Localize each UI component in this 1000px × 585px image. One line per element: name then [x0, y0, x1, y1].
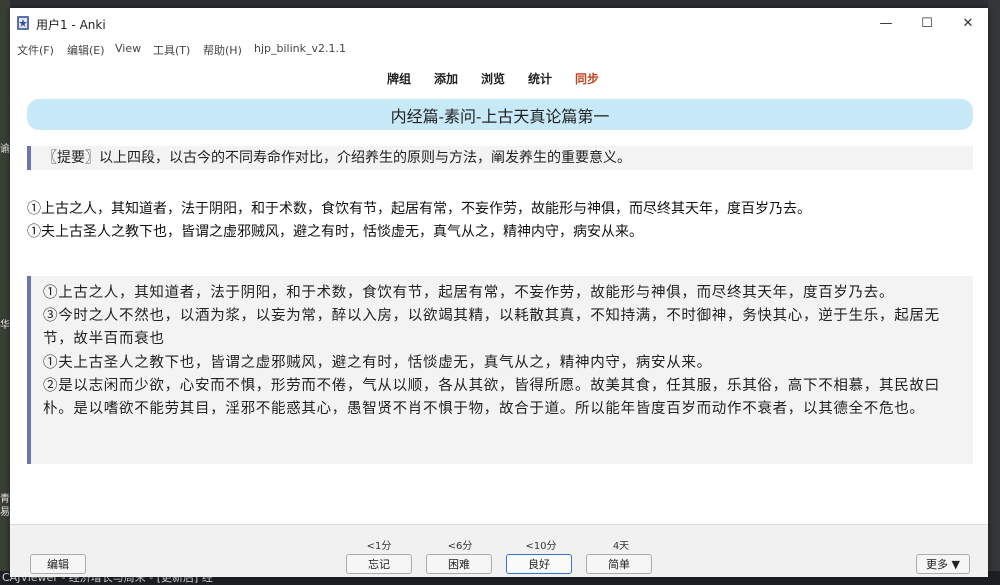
interval-good: <10分	[525, 541, 557, 552]
anki-app-icon	[17, 16, 29, 30]
maximize-icon: ☐	[921, 15, 933, 31]
edit-button[interactable]: 编辑	[30, 554, 86, 574]
card-summary: 〖提要〗以上四段，以古今的不同寿命作对比，介绍养生的原则与方法，阐发养生的重要意…	[27, 146, 973, 170]
close-button[interactable]: ✕	[948, 12, 988, 34]
anki-main-window: 用户1 - Anki — ☐ ✕ 文件(F) 编辑(E) View 工具(T) …	[10, 8, 988, 577]
menu-tools[interactable]: 工具(T)	[153, 42, 190, 58]
interval-hard: <6分	[447, 541, 473, 552]
toolbar-browse[interactable]: 浏览	[481, 70, 505, 87]
interval-again: <1分	[366, 541, 392, 552]
quote-paragraph: ②是以志闲而少欲，心安而不惧，形劳而不倦，气从以顺，各从其欲，皆得所愿。故美其食…	[43, 377, 940, 418]
minimize-icon: —	[879, 15, 893, 31]
toolbar-add[interactable]: 添加	[434, 70, 458, 87]
window-title: 用户1 - Anki	[36, 18, 106, 32]
menu-help[interactable]: 帮助(H)	[203, 42, 242, 58]
good-button[interactable]: 良好	[506, 554, 572, 574]
toolbar-decks[interactable]: 牌组	[387, 70, 411, 87]
interval-easy: 4天	[612, 541, 630, 552]
menu-file[interactable]: 文件(F)	[17, 42, 54, 58]
card-line: ①上古之人，其知道者，法于阴阳，和于术数，食饮有节，起居有常，不妄作劳，故能形与…	[27, 201, 811, 217]
quote-paragraph: ③今时之人不然也，以酒为浆，以妄为常，醉以入房，以欲竭其精，以耗散其真，不知持满…	[43, 308, 940, 348]
maximize-button[interactable]: ☐	[907, 12, 947, 34]
card-view: 内经篇-素问-上古天真论篇第一 〖提要〗以上四段，以古今的不同寿命作对比，介绍养…	[10, 90, 988, 524]
main-toolbar: 牌组 添加 浏览 统计 同步	[10, 60, 988, 90]
toolbar-stats[interactable]: 统计	[528, 70, 552, 87]
title-bar[interactable]: 用户1 - Anki — ☐ ✕	[10, 8, 988, 38]
toolbar-sync[interactable]: 同步	[575, 70, 599, 87]
menu-edit[interactable]: 编辑(E)	[67, 42, 105, 58]
easy-button[interactable]: 简单	[586, 554, 652, 574]
desktop-fragment: 华	[0, 320, 10, 331]
answer-bar: 编辑 <1分 忘记 <6分 困难 <10分 良好 4天 简单 更多 ▼	[10, 524, 988, 577]
desktop-fragment: 易	[0, 507, 10, 518]
card-line: ①夫上古圣人之教下也，皆谓之虚邪贼风，避之有时，恬惔虚无，真气从之，精神内守，病…	[27, 224, 643, 240]
minimize-button[interactable]: —	[866, 12, 906, 34]
quote-paragraph: ①夫上古圣人之教下也，皆谓之虚邪贼风，避之有时，恬惔虚无，真气从之，精神内守，病…	[43, 354, 712, 371]
menu-addon-hjp-bilink[interactable]: hjp_bilink_v2.1.1	[254, 42, 346, 55]
again-button[interactable]: 忘记	[346, 554, 412, 574]
desktop-fragment: 谕	[0, 144, 10, 155]
card-blockquote: ①上古之人，其知道者，法于阴阳，和于术数，食饮有节，起居有常，不妄作劳，故能形与…	[27, 276, 973, 464]
card-heading: 内经篇-素问-上古天真论篇第一	[27, 99, 973, 130]
close-icon: ✕	[962, 15, 974, 31]
more-button[interactable]: 更多 ▼	[916, 554, 970, 574]
desktop-right-edge	[988, 0, 1000, 585]
menu-bar: 文件(F) 编辑(E) View 工具(T) 帮助(H) hjp_bilink_…	[10, 38, 988, 60]
hard-button[interactable]: 困难	[426, 554, 492, 574]
quote-paragraph: ①上古之人，其知道者，法于阴阳，和于术数，食饮有节，起居有常，不妄作劳，故能形与…	[43, 285, 895, 301]
menu-view[interactable]: View	[115, 42, 141, 55]
